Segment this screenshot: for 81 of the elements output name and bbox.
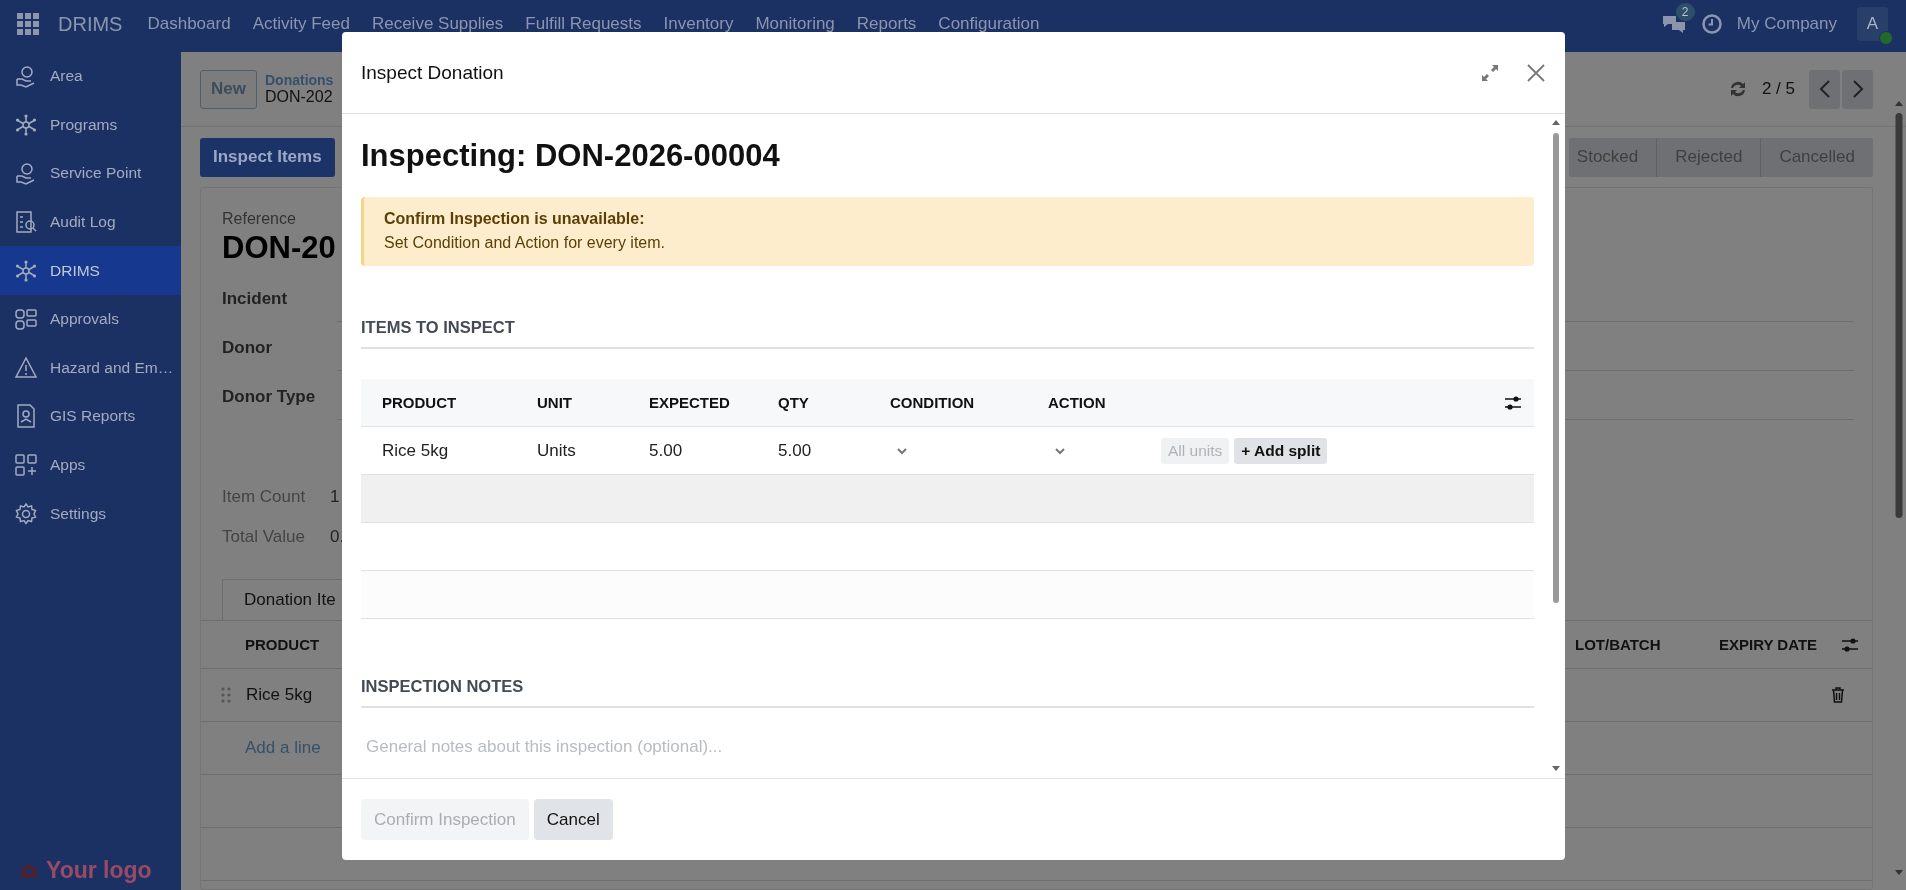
section-heading: ITEMS TO INSPECT (361, 318, 1534, 349)
apps-icon (14, 453, 38, 478)
expand-icon[interactable] (1480, 62, 1500, 83)
table-cell-text: Units (537, 440, 577, 461)
warning-icon (14, 355, 38, 380)
table-cell-text: 5.00 (778, 440, 813, 461)
online-status-dot (1879, 31, 1893, 45)
sidebar-item[interactable]: DRIMS (0, 246, 181, 295)
network-icon (14, 258, 38, 283)
sidebar-item[interactable]: Approvals (0, 294, 181, 344)
app-name[interactable]: DRIMS (58, 12, 123, 36)
chevron-down-icon (896, 446, 908, 456)
column-header: QTY (778, 394, 810, 411)
column-header: PRODUCT (245, 636, 320, 653)
summary-label: Item Count (222, 487, 307, 507)
sidebar-item[interactable]: Hazard and Em… (0, 343, 181, 393)
close-icon[interactable] (1527, 63, 1545, 82)
company-logo-text: Your logo (46, 857, 152, 884)
summary-value: 1 (330, 487, 340, 507)
map-document-icon (14, 404, 38, 429)
menu-item[interactable]: Dashboard (136, 14, 242, 34)
add-split-button[interactable]: + Add split (1234, 437, 1328, 464)
add-line-link[interactable]: Add a line (245, 738, 321, 758)
company-switcher[interactable]: My Company (1736, 14, 1837, 34)
drag-handle-icon[interactable] (221, 687, 231, 703)
menu-item[interactable]: Monitoring (744, 14, 846, 34)
inspect-items-button[interactable]: Inspect Items (200, 137, 335, 177)
camera-icon (20, 862, 38, 879)
menu-item[interactable]: Receive Supplies (360, 14, 515, 34)
column-header: ACTION (1048, 394, 1107, 411)
app-menu-icon[interactable] (17, 13, 39, 35)
column-header: UNIT (537, 394, 573, 411)
table-cell-text: Rice 5kg (381, 440, 450, 461)
field-label: Reference (222, 210, 296, 228)
approvals-icon (14, 307, 38, 332)
summary-value: 0. (330, 527, 345, 547)
sidebar-item[interactable]: Apps (0, 440, 181, 490)
column-header: LOT/BATCH (1575, 636, 1662, 653)
sidebar-item[interactable]: Audit Log (0, 197, 181, 247)
cancel-button[interactable]: Cancel (533, 799, 613, 840)
summary-label: Total Value (222, 527, 306, 547)
menu-item[interactable]: Configuration (927, 14, 1051, 34)
column-settings-icon[interactable] (1504, 394, 1522, 411)
alert-message: Set Condition and Action for every item. (384, 234, 667, 252)
column-header: CONDITION (890, 394, 976, 411)
reference-title: DON-20 (222, 230, 336, 266)
message-count-badge: 2 (1675, 3, 1695, 21)
table-cell: Rice 5kg (246, 685, 313, 705)
column-header: PRODUCT (381, 394, 458, 411)
network-icon (14, 112, 38, 137)
dialog-title: Inspect Donation (361, 61, 505, 84)
pager-value: 2 / 5 (1761, 79, 1795, 99)
field-label: Donor Type (222, 387, 317, 408)
field-label: Donor (222, 338, 274, 359)
sidebar-item[interactable]: GIS Reports (0, 392, 181, 441)
column-header: EXPECTED (649, 394, 731, 411)
sidebar-item[interactable]: Area (0, 52, 181, 101)
next-button[interactable] (1842, 69, 1873, 109)
clock-icon[interactable] (1700, 13, 1723, 35)
trash-icon[interactable] (1831, 687, 1845, 703)
report-search-icon (14, 210, 38, 235)
record-name: DON-202 (264, 88, 334, 106)
table-cell-text: 5.00 (649, 440, 684, 461)
column-header: EXPIRY DATE (1719, 636, 1819, 653)
menu-item[interactable]: Activity Feed (241, 14, 361, 34)
dialog-heading: Inspecting: DON-2026-00004 (361, 138, 781, 174)
sidebar-item[interactable]: Service Point (0, 149, 181, 198)
menu-item[interactable]: Reports (845, 14, 928, 34)
menu-item[interactable]: Inventory (652, 14, 745, 34)
chevron-right-icon (1851, 79, 1864, 99)
chevron-left-icon (1818, 79, 1831, 99)
settings-icon (14, 501, 38, 526)
user-avatar[interactable]: A (1857, 7, 1888, 41)
alert-title: Confirm Inspection is unavailable: (384, 210, 646, 228)
chevron-down-icon (1054, 446, 1066, 456)
sidebar-item[interactable]: Settings (0, 489, 181, 538)
field-label: Incident (222, 289, 289, 310)
previous-button[interactable] (1809, 69, 1840, 109)
menu-item[interactable]: Fulfill Requests (514, 14, 653, 34)
section-heading: INSPECTION NOTES (361, 677, 1534, 708)
sidebar-item[interactable]: Programs (0, 100, 181, 150)
